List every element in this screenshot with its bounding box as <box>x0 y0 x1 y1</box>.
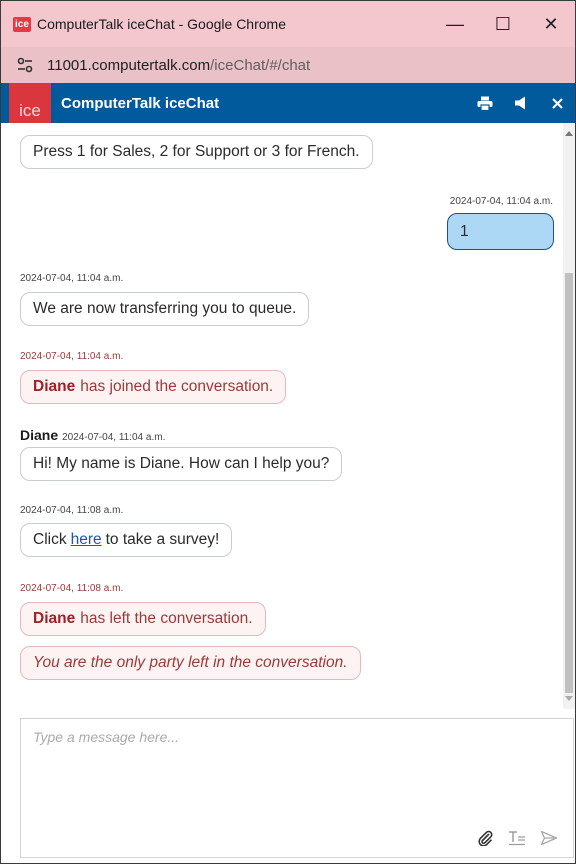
sender-name: Diane <box>20 427 59 443</box>
scroll-thumb[interactable] <box>565 273 573 693</box>
header-actions <box>467 83 575 123</box>
window-controls: — ☐ ✕ <box>431 1 575 47</box>
browser-window: ice ComputerTalk iceChat - Google Chrome… <box>0 0 576 864</box>
only-party-notice: You are the only party left in the conve… <box>20 646 361 680</box>
url-text[interactable]: 11001.computertalk.com/iceChat/#/chat <box>47 57 310 74</box>
survey-message-bubble: Click here to take a survey! <box>20 523 233 557</box>
chat-title: ComputerTalk iceChat <box>61 94 220 112</box>
message-timestamp: 2024-07-04, 11:08 a.m. <box>20 583 124 594</box>
message-timestamp: 2024-07-04, 11:08 a.m. <box>20 505 124 516</box>
text-format-icon[interactable] <box>501 825 533 851</box>
speaker-icon[interactable] <box>503 83 539 123</box>
message-list[interactable]: Press 1 for Sales, 2 for Support or 3 fo… <box>1 123 565 709</box>
print-icon[interactable] <box>467 83 503 123</box>
agent-name: Diane <box>33 610 76 627</box>
survey-text-before: Click <box>33 531 67 548</box>
url-host: 11001.computertalk.com <box>47 56 211 74</box>
message-timestamp: 2024-07-04, 11:04 a.m. <box>20 273 124 284</box>
composer-tools <box>469 825 565 851</box>
agent-message-bubble: Hi! My name is Diane. How can I help you… <box>20 447 343 481</box>
tune-icon[interactable] <box>13 54 37 76</box>
message-timestamp: 2024-07-04, 11:04 a.m. <box>20 351 124 362</box>
survey-link[interactable]: here <box>71 531 102 549</box>
agent-left-notice: Diane has left the conversation. <box>20 602 266 636</box>
send-icon[interactable] <box>533 825 565 851</box>
paperclip-icon[interactable] <box>469 825 501 851</box>
minimize-button[interactable]: — <box>431 1 479 47</box>
scroll-up-arrow-icon[interactable] <box>565 131 573 136</box>
message-sender-line: Diane 2024-07-04, 11:04 a.m. <box>20 427 165 443</box>
close-icon[interactable] <box>539 83 575 123</box>
message-timestamp: 2024-07-04, 11:04 a.m. <box>62 432 166 443</box>
app-icon: ice <box>13 16 31 32</box>
message-input[interactable] <box>21 719 573 819</box>
window-titlebar: ice ComputerTalk iceChat - Google Chrome… <box>1 1 575 47</box>
scroll-down-arrow-icon[interactable] <box>565 696 573 701</box>
agent-message-bubble: Press 1 for Sales, 2 for Support or 3 fo… <box>20 135 373 169</box>
agent-name: Diane <box>33 378 76 395</box>
notice-text: has joined the conversation. <box>80 378 274 395</box>
customer-message-bubble: 1 <box>447 213 554 250</box>
ice-logo: ice <box>9 83 51 123</box>
message-timestamp: 2024-07-04, 11:04 a.m. <box>449 196 553 207</box>
message-composer <box>20 718 574 858</box>
message-scrollbar[interactable] <box>563 123 575 709</box>
url-path: /iceChat/#/chat <box>210 56 311 74</box>
maximize-button[interactable]: ☐ <box>479 1 527 47</box>
survey-text-after: to take a survey! <box>105 531 220 548</box>
agent-joined-notice: Diane has joined the conversation. <box>20 370 287 404</box>
close-window-button[interactable]: ✕ <box>527 1 575 47</box>
system-message-bubble: We are now transferring you to queue. <box>20 292 310 326</box>
notice-text: has left the conversation. <box>80 610 253 627</box>
address-bar[interactable]: 11001.computertalk.com/iceChat/#/chat <box>1 47 575 83</box>
window-title: ComputerTalk iceChat - Google Chrome <box>37 16 286 32</box>
chat-header: ice ComputerTalk iceChat <box>1 83 575 123</box>
